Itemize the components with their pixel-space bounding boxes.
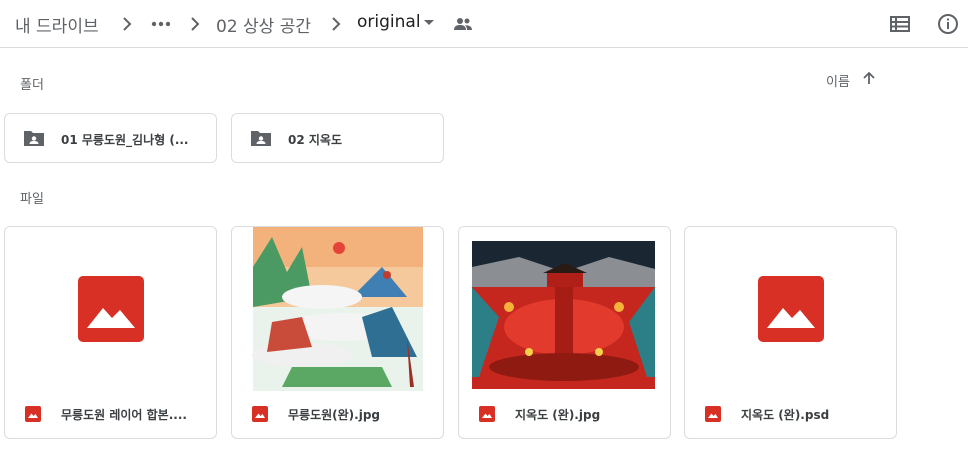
info-icon[interactable] bbox=[936, 12, 960, 36]
breadcrumb-current[interactable]: original bbox=[357, 12, 421, 32]
file-card[interactable]: 무릉도원(완).jpg bbox=[231, 226, 444, 439]
chevron-right-icon bbox=[191, 17, 200, 31]
file-thumbnail bbox=[685, 227, 896, 391]
breadcrumb-parent[interactable]: 02 상상 공간 bbox=[216, 12, 311, 37]
folder-name: 02 지옥도 bbox=[288, 133, 342, 147]
file-thumbnail bbox=[5, 227, 216, 391]
file-name: 지옥도 (완).psd bbox=[741, 408, 830, 422]
file-footer: 무릉도원 레이어 합본.... bbox=[5, 391, 216, 438]
caret-down-icon[interactable] bbox=[424, 20, 434, 25]
more-horiz-icon[interactable] bbox=[150, 14, 172, 34]
breadcrumb-root[interactable]: 내 드라이브 bbox=[15, 12, 99, 37]
shared-folder-icon bbox=[251, 131, 271, 146]
file-name: 지옥도 (완).jpg bbox=[515, 408, 601, 422]
files-section-label: 파일 bbox=[20, 192, 44, 207]
folder-card[interactable]: 01 무릉도원_김나형 (... bbox=[4, 113, 217, 163]
sort-label[interactable]: 이름 bbox=[826, 71, 850, 90]
file-card[interactable]: 지옥도 (완).psd bbox=[684, 226, 897, 439]
image-file-icon bbox=[479, 406, 495, 422]
file-footer: 무릉도원(완).jpg bbox=[232, 391, 443, 438]
image-file-icon bbox=[25, 406, 41, 422]
folders-section-label: 폴더 bbox=[20, 78, 44, 93]
image-file-icon bbox=[252, 406, 268, 422]
shared-folder-icon bbox=[24, 131, 44, 146]
file-card[interactable]: 지옥도 (완).jpg bbox=[458, 226, 671, 439]
image-placeholder-icon bbox=[758, 276, 824, 342]
image-placeholder-icon bbox=[78, 276, 144, 342]
list-view-icon[interactable] bbox=[889, 14, 911, 34]
chevron-right-icon bbox=[123, 17, 132, 31]
file-card[interactable]: 무릉도원 레이어 합본.... bbox=[4, 226, 217, 439]
file-footer: 지옥도 (완).jpg bbox=[459, 391, 670, 438]
folder-card[interactable]: 02 지옥도 bbox=[231, 113, 444, 163]
file-name: 무릉도원 레이어 합본.... bbox=[61, 408, 187, 422]
landscape-painting-thumbnail bbox=[232, 227, 443, 391]
top-bar: 내 드라이브 02 상상 공간 original bbox=[0, 0, 968, 48]
arrow-up-icon[interactable] bbox=[861, 70, 877, 86]
file-footer: 지옥도 (완).psd bbox=[685, 391, 896, 438]
file-name: 무릉도원(완).jpg bbox=[288, 408, 381, 422]
shared-people-icon bbox=[454, 18, 472, 30]
image-file-icon bbox=[705, 406, 721, 422]
folder-name: 01 무릉도원_김나형 (... bbox=[61, 133, 189, 147]
hell-painting-thumbnail bbox=[459, 227, 670, 391]
chevron-right-icon bbox=[332, 17, 341, 31]
